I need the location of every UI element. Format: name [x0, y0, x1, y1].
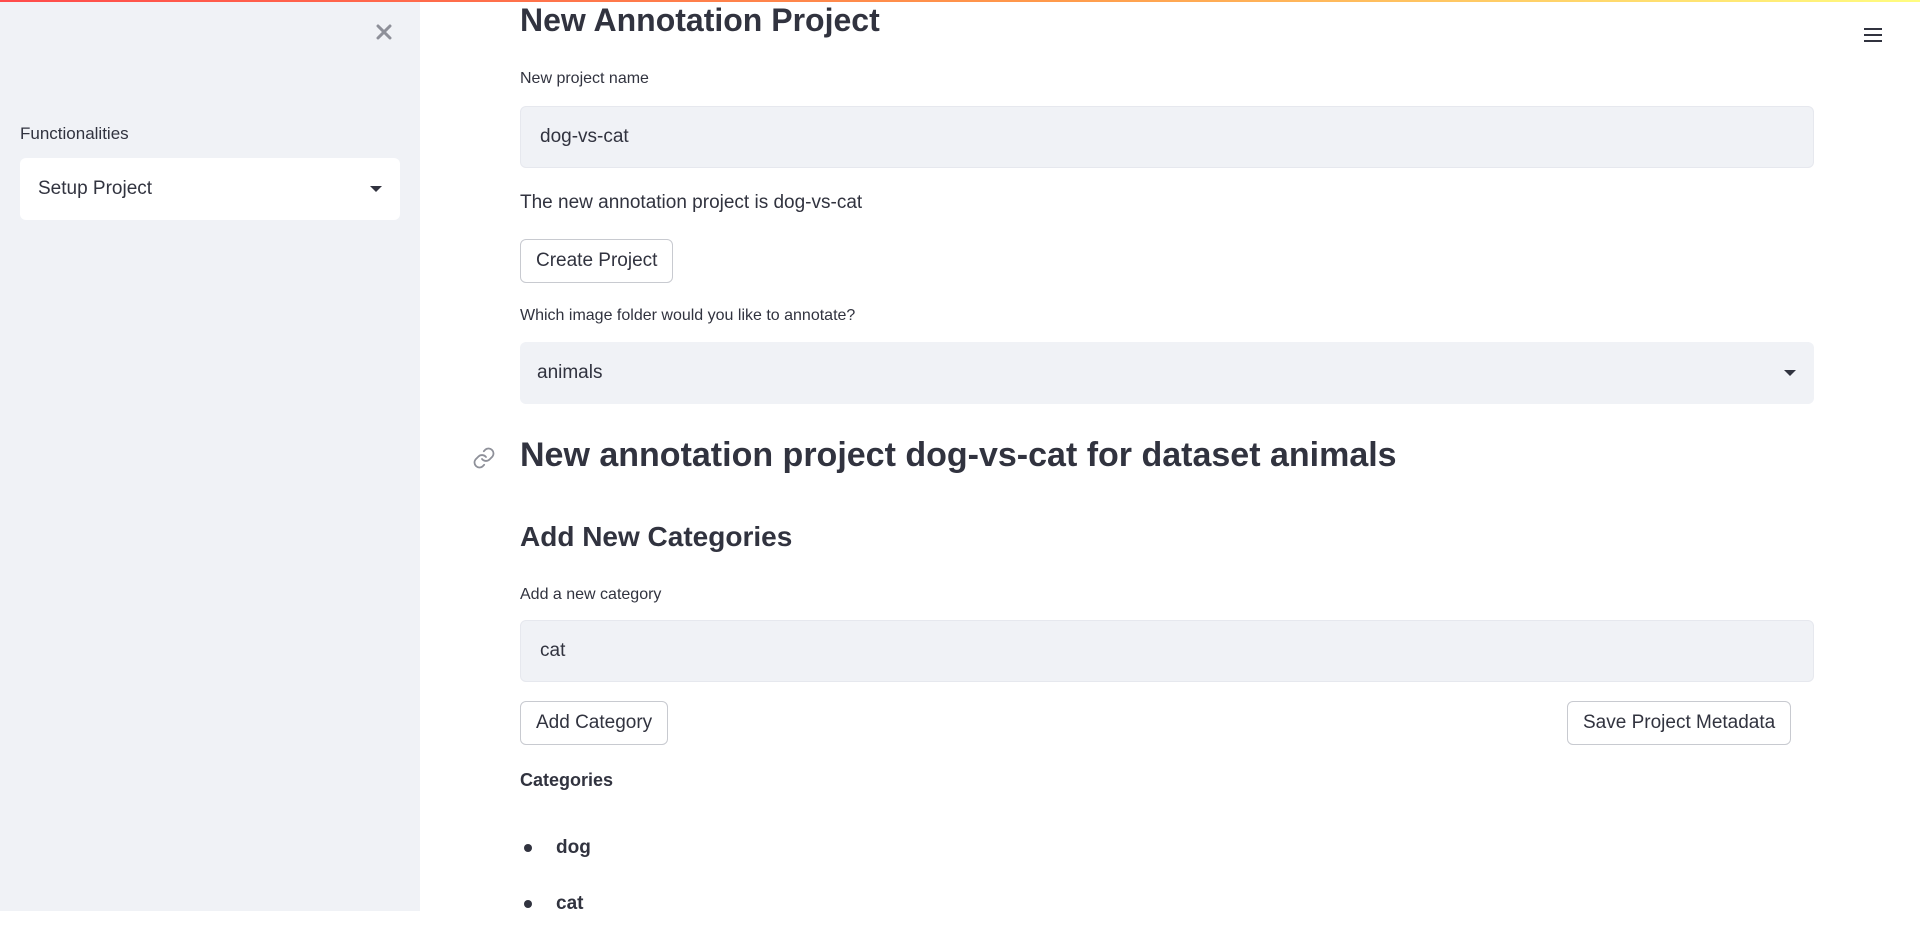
close-icon	[376, 24, 392, 40]
bullet-icon	[524, 900, 532, 908]
list-item: cat	[520, 876, 591, 932]
new-category-label: Add a new category	[520, 586, 662, 603]
chevron-down-icon	[1784, 370, 1796, 376]
image-folder-select-value: animals	[537, 362, 603, 383]
main-menu-button[interactable]	[1862, 24, 1886, 48]
bullet-icon	[524, 844, 532, 852]
heading-anchor-link[interactable]	[472, 446, 496, 470]
functionality-select[interactable]: Setup Project	[20, 158, 400, 220]
project-name-input[interactable]	[520, 106, 1814, 168]
list-item: dog	[520, 820, 591, 876]
image-folder-label: Which image folder would you like to ann…	[520, 307, 856, 324]
categories-title: Categories	[520, 770, 614, 790]
project-name-label: New project name	[520, 70, 649, 87]
close-sidebar-button[interactable]	[370, 18, 398, 46]
category-name: dog	[556, 837, 591, 858]
link-icon	[473, 447, 495, 469]
page-title: New Annotation Project	[520, 2, 880, 38]
add-category-button[interactable]: Add Category	[520, 701, 669, 745]
top-accent-bar	[0, 0, 1920, 2]
project-info-text: The new annotation project is dog-vs-cat	[520, 192, 863, 213]
new-category-input[interactable]	[520, 620, 1814, 682]
project-dataset-heading: New annotation project dog-vs-cat for da…	[520, 436, 1397, 474]
category-name: cat	[556, 893, 584, 914]
hamburger-menu-icon	[1864, 28, 1882, 42]
functionalities-label: Functionalities	[20, 124, 129, 143]
add-categories-heading: Add New Categories	[520, 521, 793, 552]
chevron-down-icon	[370, 186, 382, 192]
functionality-select-value: Setup Project	[38, 178, 153, 199]
image-folder-select[interactable]: animals	[520, 342, 1814, 404]
save-project-metadata-button[interactable]: Save Project Metadata	[1567, 701, 1792, 745]
create-project-button[interactable]: Create Project	[520, 239, 674, 283]
sidebar: Functionalities Setup Project	[0, 0, 420, 911]
categories-list: dog cat	[520, 820, 591, 932]
